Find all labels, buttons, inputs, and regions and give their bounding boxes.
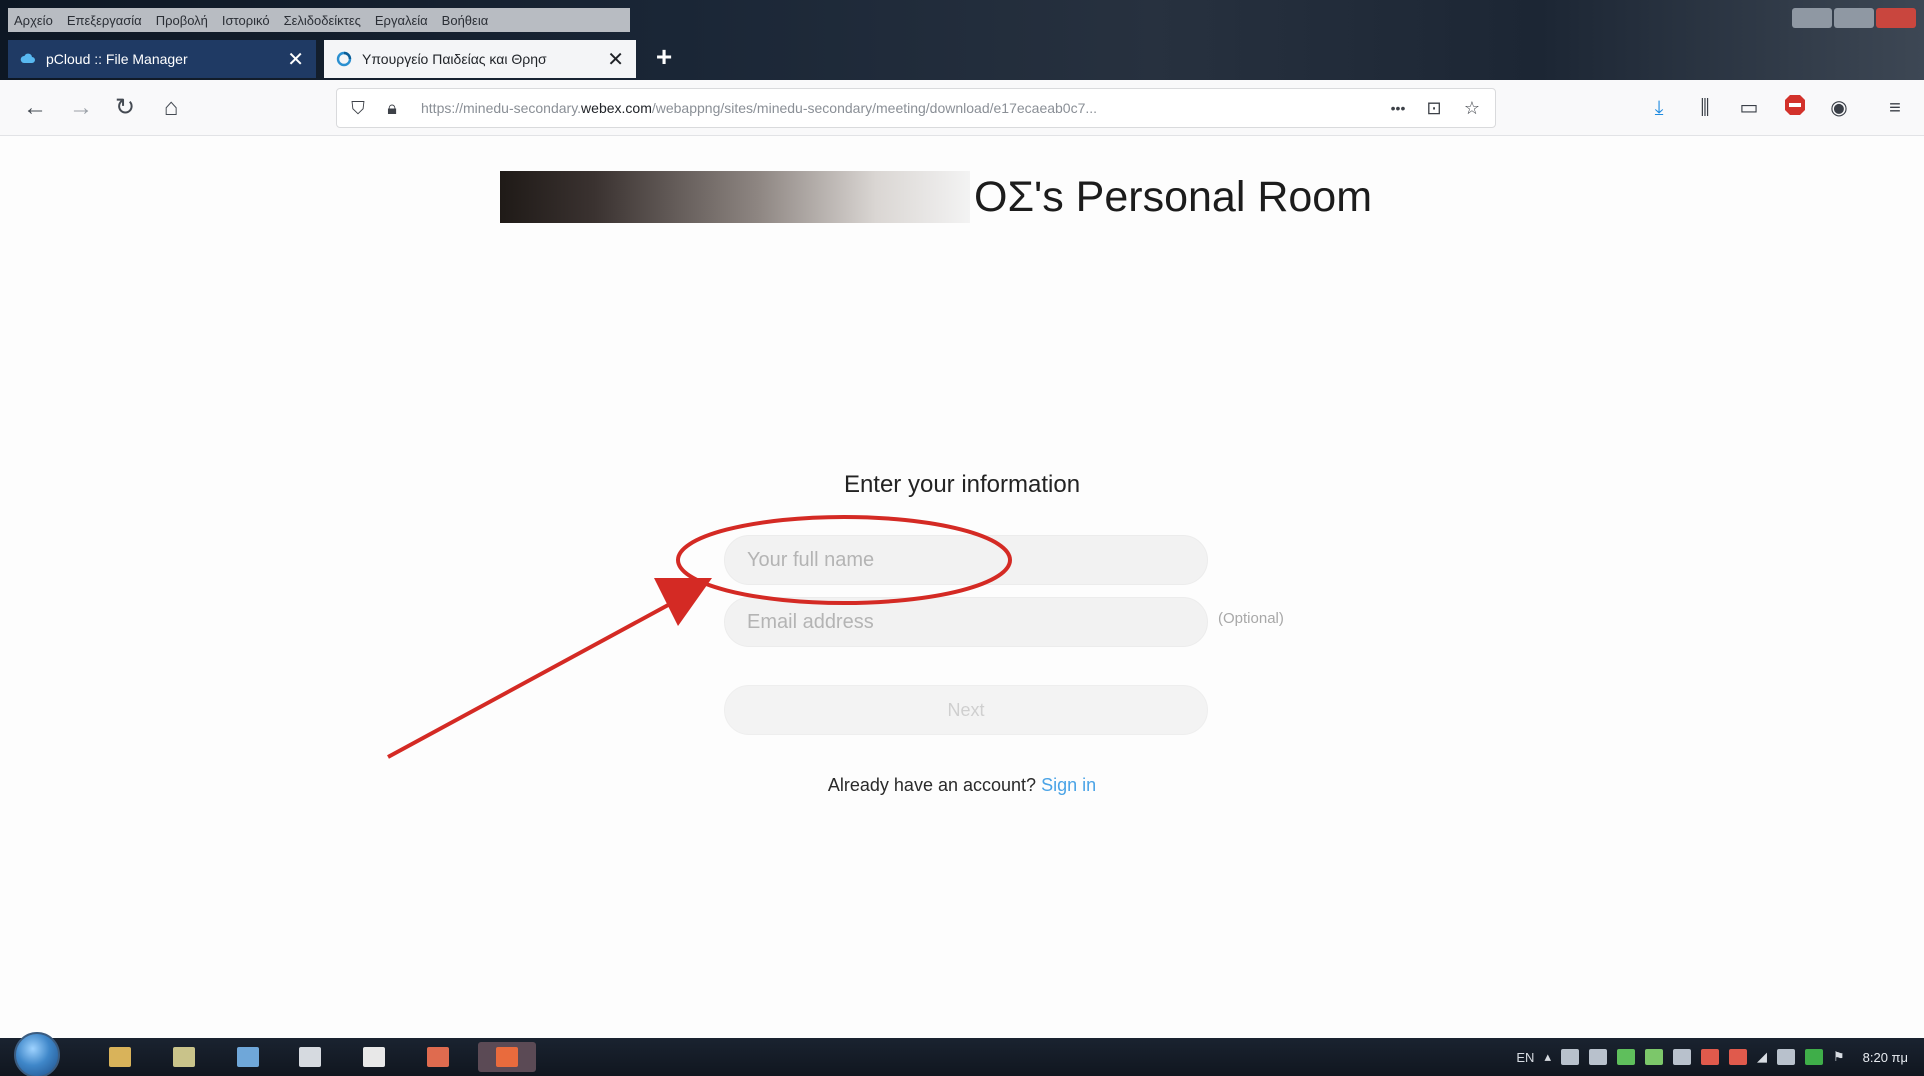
reload-icon[interactable]: ↻: [110, 93, 140, 123]
tray-icon[interactable]: [1804, 1049, 1823, 1065]
adblock-icon[interactable]: [1780, 93, 1810, 123]
page-content: ΟΣ's Personal Room Enter your informatio…: [0, 137, 1924, 1037]
taskbar-firefox-icon[interactable]: [478, 1042, 536, 1072]
tray-icon[interactable]: [1588, 1049, 1607, 1065]
tray-icon[interactable]: [1616, 1049, 1635, 1065]
page-title: ΟΣ's Personal Room: [974, 173, 1373, 221]
tray-icon[interactable]: [1776, 1049, 1795, 1065]
window-close-button[interactable]: [1876, 8, 1916, 28]
url-prefix: https://minedu-secondary.: [421, 100, 582, 116]
back-icon[interactable]: ←: [20, 93, 50, 123]
network-icon[interactable]: ◢: [1757, 1049, 1767, 1065]
maximize-button[interactable]: [1834, 8, 1874, 28]
email-field[interactable]: [724, 597, 1208, 647]
taskbar-app-icon[interactable]: [354, 1042, 394, 1072]
language-indicator[interactable]: EN: [1516, 1050, 1534, 1065]
lock-icon[interactable]: 🔒︎: [379, 95, 405, 121]
page-actions-icon[interactable]: •••: [1385, 95, 1411, 121]
download-icon[interactable]: ⤓: [1644, 93, 1674, 123]
tab-label: Υπουργείο Παιδείας και Θρησ: [362, 51, 547, 67]
tab-close-icon[interactable]: ✕: [607, 47, 624, 72]
navigation-toolbar: ← → ↻ ⌂ ⛉ 🔒︎ https://minedu-secondary.we…: [0, 80, 1924, 136]
screen: Αρχείο Επεξεργασία Προβολή Ιστορικό Σελι…: [0, 0, 1924, 1076]
window-titlebar: Αρχείο Επεξεργασία Προβολή Ιστορικό Σελι…: [0, 0, 1924, 80]
menu-item-bookmarks[interactable]: Σελιδοδείκτες: [284, 13, 361, 28]
account-prompt-text: Already have an account?: [827, 775, 1037, 795]
tab-pcloud[interactable]: pCloud :: File Manager ✕: [8, 40, 316, 78]
account-icon[interactable]: ◉: [1824, 93, 1854, 123]
home-icon[interactable]: ⌂: [156, 93, 186, 123]
menu-item-help[interactable]: Βοήθεια: [442, 13, 489, 28]
minimize-button[interactable]: [1792, 8, 1832, 28]
taskbar-explorer-icon[interactable]: [100, 1042, 140, 1072]
system-tray: EN ▴ ◢ ⚑ 8:20 πμ: [1516, 1038, 1908, 1076]
tray-icon[interactable]: [1700, 1049, 1719, 1065]
tray-icon[interactable]: [1644, 1049, 1663, 1065]
optional-label: (Optional): [1218, 610, 1284, 627]
bookmark-star-icon[interactable]: ☆: [1459, 95, 1485, 121]
tab-close-icon[interactable]: ✕: [287, 47, 304, 72]
taskbar-app-icon[interactable]: [290, 1042, 330, 1072]
menu-item-file[interactable]: Αρχείο: [14, 13, 53, 28]
menu-item-history[interactable]: Ιστορικό: [222, 13, 270, 28]
menu-item-view[interactable]: Προβολή: [156, 13, 208, 28]
tray-icon[interactable]: [1672, 1049, 1691, 1065]
cloud-icon: [20, 51, 36, 67]
window-controls: [1792, 8, 1916, 28]
tab-label: pCloud :: File Manager: [46, 51, 188, 67]
sidebar-icon[interactable]: ▭: [1734, 93, 1764, 123]
redacted-name-block: [500, 171, 970, 223]
taskbar-app-icon[interactable]: [164, 1042, 204, 1072]
sign-in-link[interactable]: Sign in: [1041, 775, 1096, 795]
url-path: /webappng/sites/minedu-secondary/meeting…: [651, 100, 1098, 116]
url-text[interactable]: https://minedu-secondary.webex.com/webap…: [421, 100, 1381, 118]
menu-item-edit[interactable]: Επεξεργασία: [67, 13, 142, 28]
menu-bar: Αρχείο Επεξεργασία Προβολή Ιστορικό Σελι…: [8, 8, 630, 32]
tray-icon[interactable]: [1728, 1049, 1747, 1065]
full-name-input[interactable]: [724, 535, 1208, 585]
hamburger-menu-icon[interactable]: ≡: [1880, 93, 1910, 123]
forward-icon[interactable]: →: [66, 93, 96, 123]
start-button[interactable]: [14, 1032, 60, 1076]
taskbar-app-icon[interactable]: [418, 1042, 458, 1072]
tab-webex[interactable]: Υπουργείο Παιδείας και Θρησ ✕: [324, 40, 636, 78]
tray-expand-icon[interactable]: ▴: [1544, 1049, 1551, 1065]
loading-spinner-icon: [336, 51, 352, 67]
taskbar: EN ▴ ◢ ⚑ 8:20 πμ: [0, 1032, 1924, 1076]
next-button[interactable]: Next: [724, 685, 1208, 735]
tray-icon[interactable]: [1560, 1049, 1579, 1065]
new-tab-button[interactable]: +: [648, 40, 680, 76]
taskbar-app-icon[interactable]: [228, 1042, 268, 1072]
clock[interactable]: 8:20 πμ: [1863, 1050, 1908, 1065]
flag-icon[interactable]: ⚑: [1833, 1049, 1845, 1065]
form-heading: Enter your information: [843, 471, 1081, 498]
menu-item-tools[interactable]: Εργαλεία: [375, 13, 428, 28]
url-domain: webex.com: [581, 100, 652, 116]
library-icon[interactable]: ⫼: [1690, 93, 1720, 123]
tracking-protection-icon[interactable]: ⛉: [345, 95, 371, 121]
address-bar[interactable]: ⛉ 🔒︎ https://minedu-secondary.webex.com/…: [336, 88, 1496, 128]
pocket-icon[interactable]: ⊡: [1421, 95, 1447, 121]
account-prompt-line: Already have an account? Sign in: [0, 775, 1924, 796]
